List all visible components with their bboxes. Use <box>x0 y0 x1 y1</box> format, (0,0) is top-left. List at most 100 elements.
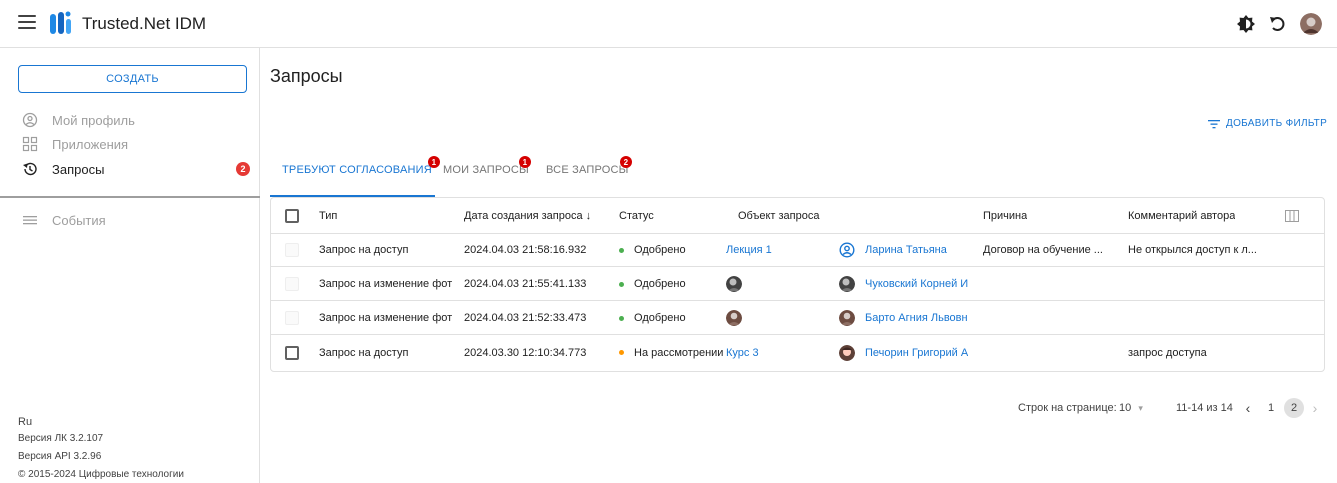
request-object-photo[interactable] <box>726 268 752 300</box>
add-filter-button[interactable]: ДОБАВИТЬ ФИЛЬТР <box>1208 118 1327 129</box>
list-icon <box>23 216 37 225</box>
sidebar-divider <box>0 196 260 198</box>
next-page-button[interactable]: › <box>1305 398 1325 418</box>
rows-per-page-value: 10 <box>1119 402 1132 414</box>
status-dot <box>619 281 624 287</box>
column-header[interactable]: Тип <box>319 198 337 233</box>
sidebar: СОЗДАТЬ Мой профиль Приложения Запросы 2 <box>0 48 260 483</box>
sidebar-item-label: Запросы <box>52 161 105 177</box>
sidebar-item-label: События <box>52 212 106 228</box>
request-status: Одобрено <box>619 234 686 266</box>
tab-needs-approval[interactable]: ТРЕБУЮТ СОГЛАСОВАНИЯ 1 <box>282 156 440 176</box>
photo-thumbnail <box>726 276 742 292</box>
table-row[interactable]: Запрос на доступ 2024.03.30 12:10:34.773… <box>271 336 1324 369</box>
tab-my-requests[interactable]: МОИ ЗАПРОСЫ 1 <box>443 156 531 176</box>
user-avatar <box>839 344 855 361</box>
copyright: © 2015-2024 Цифровые технологии <box>18 469 184 480</box>
request-user[interactable]: Чуковский Корней И <box>839 268 968 300</box>
request-type: Запрос на изменение фот <box>319 312 453 324</box>
request-date: 2024.03.30 12:10:34.773 <box>464 346 587 359</box>
sidebar-item-label: Мой профиль <box>52 112 135 128</box>
row-checkbox <box>285 243 299 257</box>
row-checkbox <box>285 277 299 291</box>
apps-icon <box>22 136 38 152</box>
row-checkbox <box>285 311 299 325</box>
status-dot <box>619 247 624 253</box>
request-object-photo[interactable] <box>726 302 752 334</box>
history-icon <box>23 162 37 176</box>
request-type: Запрос на изменение фот <box>319 278 453 290</box>
request-date: 2024.04.03 21:55:41.133 <box>464 278 587 290</box>
request-date: 2024.04.03 21:58:16.932 <box>464 244 587 256</box>
user-avatar <box>839 310 855 326</box>
request-user[interactable]: Барто Агния Львовн <box>839 302 968 334</box>
account-circle-icon <box>839 242 855 258</box>
table-row[interactable]: Запрос на доступ 2024.04.03 21:58:16.932… <box>271 234 1324 267</box>
sidebar-item-apps[interactable]: Приложения <box>22 134 250 154</box>
version-lk: Версия ЛК 3.2.107 <box>18 433 104 444</box>
status-label: Одобрено <box>634 244 686 256</box>
status-dot <box>619 315 624 321</box>
avatar[interactable] <box>1300 13 1322 35</box>
table-row[interactable]: Запрос на изменение фот 2024.04.03 21:55… <box>271 268 1324 301</box>
request-comment: запрос доступа <box>1128 346 1207 359</box>
tab-badge: 2 <box>620 156 632 168</box>
app-header: Trusted.Net IDM <box>0 0 1337 48</box>
requests-badge: 2 <box>236 162 250 176</box>
user-link[interactable]: Барто Агния Львовн <box>865 312 968 324</box>
request-date: 2024.04.03 21:52:33.473 <box>464 312 587 324</box>
page-button[interactable]: 1 <box>1261 398 1281 418</box>
column-header[interactable]: Комментарий автора <box>1128 198 1235 233</box>
user-link[interactable]: Чуковский Корней И <box>865 278 968 290</box>
request-object-link[interactable]: Курс 3 <box>726 336 759 369</box>
select-all-checkbox[interactable] <box>285 208 299 223</box>
request-reason: Договор на обучение ... <box>983 244 1103 256</box>
column-header[interactable]: Объект запроса <box>738 198 820 233</box>
add-filter-label: ДОБАВИТЬ ФИЛЬТР <box>1226 118 1328 129</box>
request-comment: Не открылся доступ к л... <box>1128 244 1257 256</box>
version-api: Версия API 3.2.96 <box>18 451 102 462</box>
prev-page-button[interactable]: ‹ <box>1238 398 1258 418</box>
user-link[interactable]: Ларина Татьяна <box>865 244 947 256</box>
sidebar-item-profile[interactable]: Мой профиль <box>22 110 250 130</box>
language-switch[interactable]: Ru <box>18 416 32 428</box>
request-tabs: ТРЕБУЮТ СОГЛАСОВАНИЯ 1 МОИ ЗАПРОСЫ 1 ВСЕ… <box>270 150 1325 198</box>
table-header: Тип Дата создания запроса ↓ Статус Объек… <box>271 198 1324 234</box>
status-label: Одобрено <box>634 278 686 290</box>
sidebar-item-requests[interactable]: Запросы 2 <box>22 159 250 179</box>
row-checkbox[interactable] <box>285 345 299 360</box>
sidebar-item-label: Приложения <box>52 136 129 152</box>
rows-per-page-select[interactable]: 10 ▾ <box>1119 402 1143 414</box>
request-status: Одобрено <box>619 302 686 334</box>
account-circle-icon <box>22 112 38 128</box>
table-row[interactable]: Запрос на изменение фот 2024.04.03 21:52… <box>271 302 1324 335</box>
request-status: Одобрено <box>619 268 686 300</box>
brightness-icon[interactable] <box>1236 14 1256 34</box>
page-button-current[interactable]: 2 <box>1284 398 1304 418</box>
logo-icon <box>50 11 71 34</box>
column-header[interactable]: Причина <box>983 198 1027 233</box>
create-button[interactable]: СОЗДАТЬ <box>18 65 247 93</box>
refresh-icon[interactable] <box>1268 14 1288 34</box>
request-object-link[interactable]: Лекция 1 <box>726 234 772 266</box>
user-avatar <box>839 276 855 292</box>
menu-icon[interactable] <box>18 15 36 33</box>
request-user[interactable]: Ларина Татьяна <box>839 234 947 266</box>
request-status: На рассмотрении <box>619 336 723 369</box>
request-user[interactable]: Печорин Григорий А <box>839 336 968 369</box>
sidebar-item-events[interactable]: События <box>22 210 250 230</box>
tab-badge: 1 <box>428 156 440 168</box>
request-type: Запрос на доступ <box>319 244 409 256</box>
user-link[interactable]: Печорин Григорий А <box>865 347 968 359</box>
tab-all-requests[interactable]: ВСЕ ЗАПРОСЫ 2 <box>546 156 632 176</box>
columns-icon[interactable] <box>1285 210 1299 222</box>
tab-label: ВСЕ ЗАПРОСЫ <box>546 164 629 176</box>
request-type: Запрос на доступ <box>319 346 409 359</box>
photo-thumbnail <box>726 310 742 326</box>
column-header-date-sorted[interactable]: Дата создания запроса ↓ <box>464 198 591 233</box>
column-header[interactable]: Статус <box>619 198 654 233</box>
page-range: 11-14 из 14 <box>1176 402 1233 414</box>
tab-label: ТРЕБУЮТ СОГЛАСОВАНИЯ <box>282 164 432 176</box>
app-title: Trusted.Net IDM <box>82 14 207 33</box>
rows-per-page-label: Строк на странице: <box>1018 402 1117 414</box>
